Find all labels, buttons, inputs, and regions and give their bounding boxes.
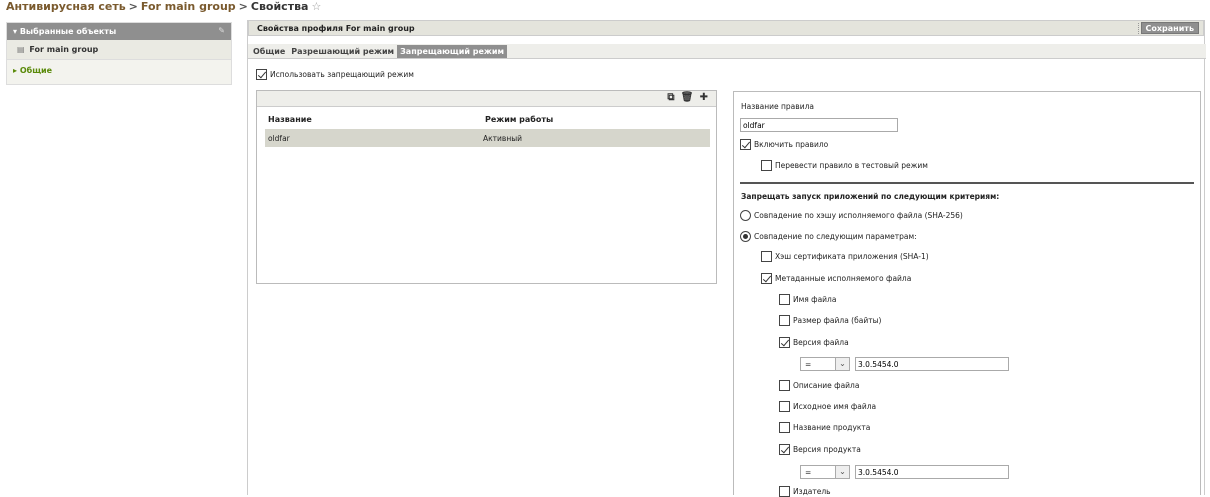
sidebar-header-label: Выбранные объекты bbox=[19, 27, 117, 36]
chevron-down-icon: ⌄ bbox=[835, 466, 849, 478]
file-size-checkbox[interactable] bbox=[779, 315, 790, 326]
product-version-checkbox[interactable] bbox=[779, 444, 790, 455]
orig-name-label: Исходное имя файла bbox=[793, 402, 877, 411]
favorite-star-icon[interactable]: ☆ bbox=[311, 0, 321, 13]
hash-match-label: Совпадение по хэшу исполняемого файла (S… bbox=[754, 211, 963, 220]
enable-rule-option: Включить правило bbox=[740, 139, 828, 150]
file-size-label: Размер файла (байты) bbox=[793, 316, 882, 325]
toolbar-divider bbox=[1138, 23, 1139, 34]
file-name-label: Имя файла bbox=[793, 295, 837, 304]
breadcrumb-link-network[interactable]: Антивирусная сеть bbox=[6, 0, 126, 13]
operator-value: = bbox=[805, 360, 812, 369]
rule-mode-cell: Активный bbox=[483, 134, 523, 143]
divider bbox=[740, 182, 1194, 184]
product-name-checkbox[interactable] bbox=[779, 422, 790, 433]
collapse-arrow-icon: ▾ bbox=[13, 27, 18, 36]
file-desc-option: Описание файла bbox=[779, 380, 859, 391]
sidebar-item-label: For main group bbox=[29, 45, 99, 54]
expand-arrow-icon: ▸ bbox=[13, 66, 18, 75]
rules-list-panel: ⧉ 🗑 ✚ Название Режим работы oldfar Актив… bbox=[256, 90, 717, 284]
hash-match-radio[interactable] bbox=[740, 210, 751, 221]
test-mode-option: Перевести правило в тестовый режим bbox=[761, 160, 928, 171]
breadcrumb: Антивирусная сеть > For main group > Свойств… bbox=[6, 0, 321, 14]
chevron-down-icon: ⌄ bbox=[835, 358, 849, 370]
column-header-mode[interactable]: Режим работы bbox=[485, 115, 553, 124]
enable-rule-checkbox[interactable] bbox=[740, 139, 751, 150]
rule-name-cell: oldfar bbox=[268, 134, 290, 143]
rule-name-input[interactable] bbox=[740, 118, 898, 132]
publisher-checkbox[interactable] bbox=[779, 486, 790, 497]
orig-name-option: Исходное имя файла bbox=[779, 401, 876, 412]
file-desc-label: Описание файла bbox=[793, 381, 860, 390]
column-header-name[interactable]: Название bbox=[268, 115, 312, 124]
product-version-label: Версия продукта bbox=[793, 445, 861, 454]
file-version-checkbox[interactable] bbox=[779, 337, 790, 348]
tab-allow-mode[interactable]: Разрешающий режим bbox=[288, 45, 397, 58]
product-version-option: Версия продукта bbox=[779, 444, 861, 455]
sidebar-item-label: Общие bbox=[19, 66, 53, 75]
product-version-operator-select[interactable]: = ⌄ bbox=[800, 465, 850, 479]
metadata-option: Метаданные исполняемого файла bbox=[761, 273, 911, 284]
publisher-option: Издатель bbox=[779, 486, 831, 497]
enable-rule-label: Включить правило bbox=[754, 140, 829, 149]
product-name-option: Название продукта bbox=[779, 422, 870, 433]
test-mode-checkbox[interactable] bbox=[761, 160, 772, 171]
copy-icon[interactable]: ⧉ bbox=[667, 92, 674, 103]
table-row[interactable]: oldfar Активный bbox=[265, 129, 710, 147]
param-match-label: Совпадение по следующим параметрам: bbox=[754, 232, 917, 241]
file-name-checkbox[interactable] bbox=[779, 294, 790, 305]
file-version-input[interactable] bbox=[855, 357, 1009, 371]
sidebar-item-general[interactable]: ▸ Общие bbox=[7, 60, 231, 82]
group-icon: ▤ bbox=[17, 45, 25, 54]
rule-properties-panel: Название правила Включить правило Переве… bbox=[733, 91, 1201, 497]
file-desc-checkbox[interactable] bbox=[779, 380, 790, 391]
operator-value: = bbox=[805, 468, 812, 477]
file-version-operator-select[interactable]: = ⌄ bbox=[800, 357, 850, 371]
use-deny-mode-label: Использовать запрещающий режим bbox=[270, 70, 414, 79]
file-size-option: Размер файла (байты) bbox=[779, 315, 881, 326]
breadcrumb-current: Свойства bbox=[250, 0, 309, 13]
add-icon[interactable]: ✚ bbox=[700, 92, 708, 103]
rule-name-label: Название правила bbox=[741, 102, 814, 111]
sidebar: ▾ Выбранные объекты ✎ ▤ For main group ▸… bbox=[6, 22, 232, 85]
breadcrumb-link-group[interactable]: For main group bbox=[141, 0, 236, 13]
metadata-label: Метаданные исполняемого файла bbox=[775, 274, 912, 283]
title-bar: Свойства профиля For main group Сохранит… bbox=[248, 20, 1204, 36]
param-match-radio[interactable] bbox=[740, 231, 751, 242]
product-version-input[interactable] bbox=[855, 465, 1009, 479]
file-version-option: Версия файла bbox=[779, 337, 849, 348]
tab-bar: Общие Разрешающий режим Запрещающий режим bbox=[248, 44, 1206, 59]
pin-icon[interactable]: ✎ bbox=[218, 26, 225, 35]
main-panel: Свойства профиля For main group Сохранит… bbox=[247, 20, 1206, 497]
save-button[interactable]: Сохранить bbox=[1140, 22, 1199, 34]
param-match-option: Совпадение по следующим параметрам: bbox=[740, 231, 917, 242]
trash-icon[interactable]: 🗑 bbox=[681, 92, 694, 103]
breadcrumb-separator: > bbox=[128, 0, 138, 13]
orig-name-checkbox[interactable] bbox=[779, 401, 790, 412]
test-mode-label: Перевести правило в тестовый режим bbox=[775, 161, 928, 170]
sidebar-header[interactable]: ▾ Выбранные объекты ✎ bbox=[7, 23, 231, 40]
use-deny-mode-option: Использовать запрещающий режим bbox=[256, 69, 414, 80]
hash-match-option: Совпадение по хэшу исполняемого файла (S… bbox=[740, 210, 963, 221]
product-name-label: Название продукта bbox=[793, 423, 871, 432]
use-deny-mode-checkbox[interactable] bbox=[256, 69, 267, 80]
metadata-checkbox[interactable] bbox=[761, 273, 772, 284]
file-version-label: Версия файла bbox=[793, 338, 849, 347]
tab-deny-mode[interactable]: Запрещающий режим bbox=[397, 45, 507, 58]
cert-hash-label: Хэш сертификата приложения (SHA-1) bbox=[775, 252, 929, 261]
file-name-option: Имя файла bbox=[779, 294, 836, 305]
rules-table-header: Название Режим работы bbox=[265, 115, 710, 127]
criteria-title: Запрещать запуск приложений по следующим… bbox=[741, 192, 1000, 201]
cert-hash-checkbox[interactable] bbox=[761, 251, 772, 262]
tab-general[interactable]: Общие bbox=[250, 45, 288, 58]
rules-toolbar: ⧉ 🗑 ✚ bbox=[257, 91, 716, 107]
sidebar-item-object[interactable]: ▤ For main group bbox=[7, 40, 231, 60]
page-title: Свойства профиля For main group bbox=[257, 24, 415, 33]
cert-hash-option: Хэш сертификата приложения (SHA-1) bbox=[761, 251, 929, 262]
breadcrumb-separator: > bbox=[238, 0, 248, 13]
